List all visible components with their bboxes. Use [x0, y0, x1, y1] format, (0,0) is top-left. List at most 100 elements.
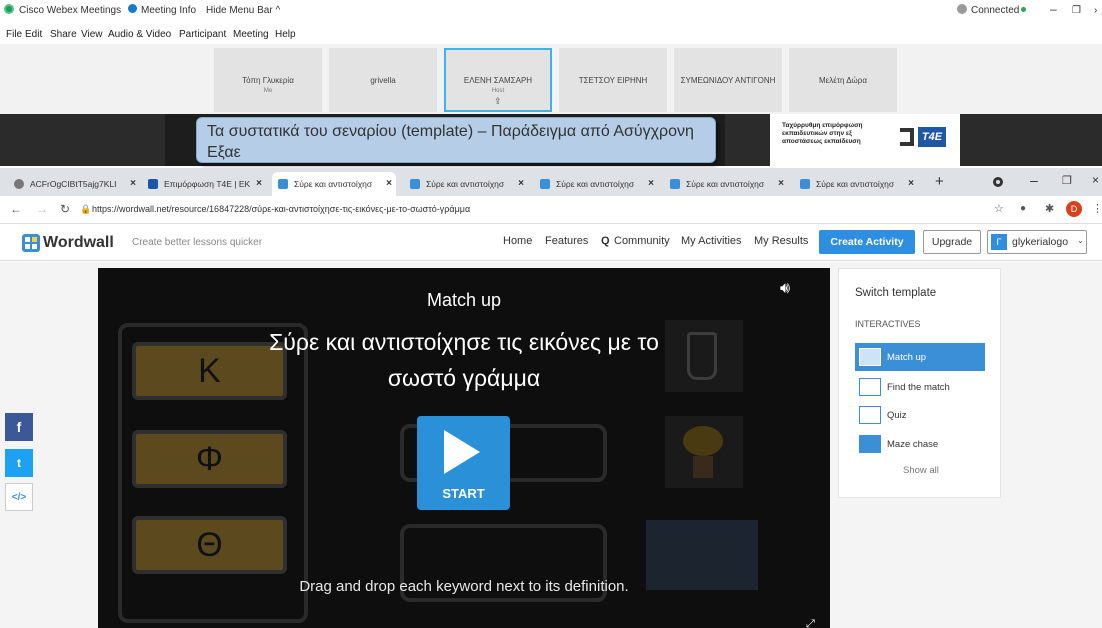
user-initial-avatar: Γ: [991, 234, 1007, 250]
more-icon[interactable]: ›: [1094, 5, 1097, 16]
embed-icon[interactable]: </>: [5, 483, 33, 511]
puzzle-icon[interactable]: ✱: [1045, 202, 1054, 215]
participant-tile[interactable]: Τόπη Γλυκερία Me: [214, 48, 322, 112]
wordwall-tagline: Create better lessons quicker: [132, 237, 263, 248]
extension-icon[interactable]: ●: [1020, 203, 1026, 214]
menu-audio-video[interactable]: Audio & Video: [108, 29, 171, 40]
start-button[interactable]: START: [417, 416, 510, 510]
close-tab-icon[interactable]: ×: [908, 178, 914, 189]
tab-favicon-icon: [14, 179, 24, 189]
new-tab-icon[interactable]: +: [935, 173, 944, 190]
flower-image: [665, 416, 743, 488]
upgrade-button[interactable]: Upgrade: [923, 230, 981, 254]
game-title: Σύρε και αντιστοίχησε τις εικόνες με το …: [269, 329, 659, 391]
t4e-logo-icon: T4E: [900, 124, 946, 150]
participant-name: ΣΥΜΕΩΝΙΔΟΥ ΑΝΤΙΓΟΝΗ: [680, 76, 776, 85]
menu-help[interactable]: Help: [275, 29, 296, 40]
participant-tile[interactable]: Μελέτη Δώρα: [789, 48, 897, 112]
create-activity-button[interactable]: Create Activity: [819, 230, 915, 254]
close-tab-icon[interactable]: ×: [256, 178, 262, 189]
minimize-icon[interactable]: –: [1050, 2, 1057, 16]
participant-role: Host: [491, 88, 505, 94]
browser-tab-active[interactable]: Σύρε και αντιστοίχησ ×: [272, 172, 396, 196]
search-icon: Q: [601, 235, 610, 247]
find-the-match-icon: [859, 378, 881, 396]
meeting-info-button[interactable]: Meeting Info: [141, 5, 196, 16]
user-avatar[interactable]: D: [1066, 201, 1082, 217]
wordwall-brand[interactable]: Wordwall: [43, 234, 114, 252]
participant-strip: Τόπη Γλυκερία Me grivella ΕΛΕΝΗ ΣΑΜΣΑΡΗ …: [0, 44, 1102, 114]
tab-label: ACFrOgCIBtT5ajg7KLI: [30, 179, 117, 189]
nav-community[interactable]: Community: [614, 235, 670, 247]
close-window-icon[interactable]: ×: [1092, 173, 1099, 187]
quiz-icon: [859, 406, 881, 424]
menu-participant[interactable]: Participant: [179, 29, 226, 40]
jug-image: [665, 320, 743, 392]
browser-tab[interactable]: Σύρε και αντιστοίχησ ×: [794, 172, 918, 196]
bookmark-star-icon[interactable]: ☆: [994, 202, 1004, 215]
wordwall-favicon-icon: [670, 179, 680, 189]
wordwall-logo-icon[interactable]: [22, 234, 40, 252]
switch-template-panel: Switch template INTERACTIVES Match up Fi…: [838, 268, 1001, 498]
restore-icon[interactable]: ❐: [1062, 174, 1072, 187]
close-tab-icon[interactable]: ×: [648, 178, 654, 189]
t4e-logo-area: Ταχύρρυθμη επιμόρφωση εκπαιδευτικών στην…: [770, 114, 960, 166]
game-preview[interactable]: Κ Φ Θ Match up Σύρε και αντιστοίχησε τις…: [98, 268, 830, 628]
browser-menu-icon[interactable]: ⋮: [1092, 202, 1102, 215]
chevron-down-icon: ⌄: [1077, 236, 1084, 245]
user-menu-button[interactable]: Γ glykerialogo ⌄: [987, 230, 1087, 254]
connected-dot-icon: [1021, 7, 1026, 12]
reload-icon[interactable]: ↻: [60, 202, 70, 216]
browser-tab-strip: ACFrOgCIBtT5ajg7KLI × Επιμόρφωση T4E | E…: [0, 168, 1102, 196]
participant-tile[interactable]: ΣΥΜΕΩΝΙΔΟΥ ΑΝΤΙΓΟΝΗ: [674, 48, 782, 112]
nav-home[interactable]: Home: [503, 235, 532, 247]
template-match-up[interactable]: Match up: [855, 343, 985, 371]
tab-label: Σύρε και αντιστοίχησ: [294, 179, 373, 189]
connection-icon: [957, 4, 967, 14]
twitter-share-icon[interactable]: t: [5, 449, 33, 477]
nav-my-activities[interactable]: My Activities: [681, 235, 742, 247]
template-find-the-match[interactable]: Find the match: [855, 373, 985, 401]
participant-tile-active[interactable]: ΕΛΕΝΗ ΣΑΜΣΑΡΗ Host ⇪: [444, 48, 552, 112]
lock-icon: 🔒: [80, 204, 92, 214]
fullscreen-icon[interactable]: ⤢: [806, 618, 815, 628]
menu-meeting[interactable]: Meeting: [233, 29, 269, 40]
restore-icon[interactable]: ❐: [1072, 5, 1081, 16]
close-tab-icon[interactable]: ×: [130, 178, 136, 189]
hide-menu-button[interactable]: Hide Menu Bar ^: [206, 5, 280, 16]
nav-my-results[interactable]: My Results: [754, 235, 808, 247]
browser-tab[interactable]: Επιμόρφωση T4E | EK ×: [142, 172, 266, 196]
browser-tab[interactable]: ACFrOgCIBtT5ajg7KLI ×: [8, 172, 140, 196]
participant-role: Me: [263, 88, 273, 94]
menu-file[interactable]: File: [6, 29, 22, 40]
nav-features[interactable]: Features: [545, 235, 588, 247]
webex-logo-icon: [4, 4, 14, 14]
menu-share[interactable]: Share: [50, 29, 77, 40]
facebook-share-icon[interactable]: f: [5, 413, 33, 441]
template-maze-chase[interactable]: Maze chase: [855, 430, 985, 458]
menu-view[interactable]: View: [81, 29, 103, 40]
close-tab-icon[interactable]: ×: [518, 178, 524, 189]
close-tab-icon[interactable]: ×: [386, 178, 392, 189]
template-quiz[interactable]: Quiz: [855, 401, 985, 429]
menu-edit[interactable]: Edit: [25, 29, 42, 40]
participant-name: ΤΣΕΤΣΟΥ ΕΙΡΗΝΗ: [578, 76, 648, 85]
profile-icon[interactable]: [993, 177, 1003, 187]
browser-tab[interactable]: Σύρε και αντιστοίχησ ×: [664, 172, 788, 196]
sound-icon[interactable]: 🔊︎: [780, 280, 790, 298]
start-label: START: [442, 486, 485, 501]
forward-icon[interactable]: →: [36, 202, 48, 216]
participant-tile[interactable]: ΤΣΕΤΣΟΥ ΕΙΡΗΝΗ: [559, 48, 667, 112]
close-tab-icon[interactable]: ×: [778, 178, 784, 189]
browser-tab[interactable]: Σύρε και αντιστοίχησ ×: [534, 172, 658, 196]
show-all-link[interactable]: Show all: [903, 465, 939, 476]
back-icon[interactable]: ←: [10, 202, 22, 216]
game-template-name: Match up: [426, 290, 502, 310]
browser-tab[interactable]: Σύρε και αντιστοίχησ ×: [404, 172, 528, 196]
minimize-icon[interactable]: –: [1030, 172, 1038, 188]
game-instruction: Drag and drop each keyword next to its d…: [299, 578, 629, 595]
participant-name: Τόπη Γλυκερία: [242, 76, 294, 85]
url-field[interactable]: https://wordwall.net/resource/16847228/σ…: [92, 201, 972, 219]
participant-tile[interactable]: grivella: [329, 48, 437, 112]
participant-name: Μελέτη Δώρα: [819, 76, 867, 85]
